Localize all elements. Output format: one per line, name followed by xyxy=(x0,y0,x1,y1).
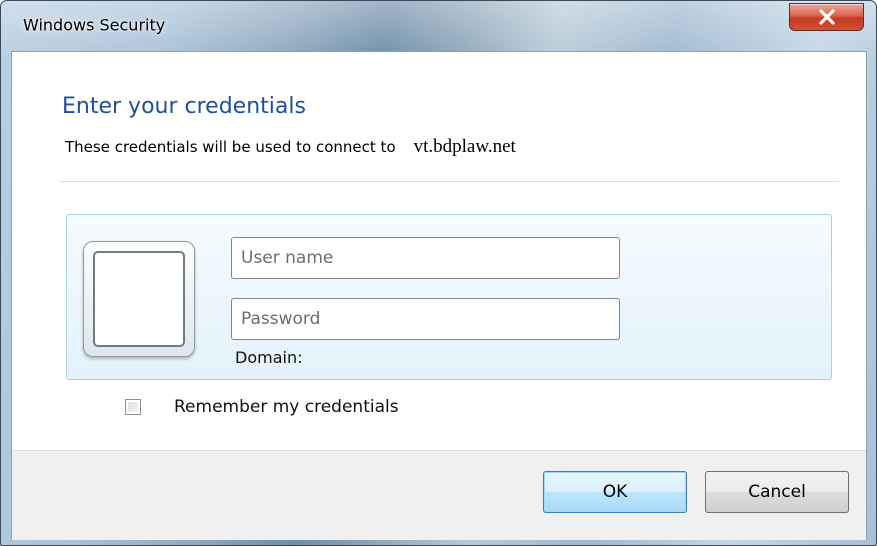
remember-label[interactable]: Remember my credentials xyxy=(174,397,399,417)
remember-credentials-option[interactable]: Remember my credentials xyxy=(125,397,399,417)
title-bar[interactable]: Windows Security xyxy=(1,1,876,37)
description-text: These credentials will be used to connec… xyxy=(65,138,396,156)
dialog-heading: Enter your credentials xyxy=(62,94,306,119)
button-bar: OK Cancel xyxy=(12,450,866,540)
credential-panel: Domain: xyxy=(66,214,832,380)
username-input[interactable] xyxy=(231,237,620,279)
cancel-button[interactable]: Cancel xyxy=(705,471,849,513)
user-tile-icon xyxy=(83,241,195,357)
dialog-body: Enter your credentials These credentials… xyxy=(11,51,867,540)
target-host: vt.bdplaw.net xyxy=(413,136,516,157)
close-icon xyxy=(818,9,836,25)
domain-label: Domain: xyxy=(235,348,303,367)
windows-security-dialog: Windows Security Enter your credentials … xyxy=(0,0,877,546)
divider xyxy=(59,181,839,182)
remember-checkbox[interactable] xyxy=(125,399,141,415)
window-title: Windows Security xyxy=(23,15,166,35)
password-input[interactable] xyxy=(231,298,620,340)
dialog-description: These credentials will be used to connec… xyxy=(65,136,516,158)
close-button[interactable] xyxy=(789,3,864,31)
user-tile-frame xyxy=(93,251,185,347)
ok-button[interactable]: OK xyxy=(543,471,687,513)
